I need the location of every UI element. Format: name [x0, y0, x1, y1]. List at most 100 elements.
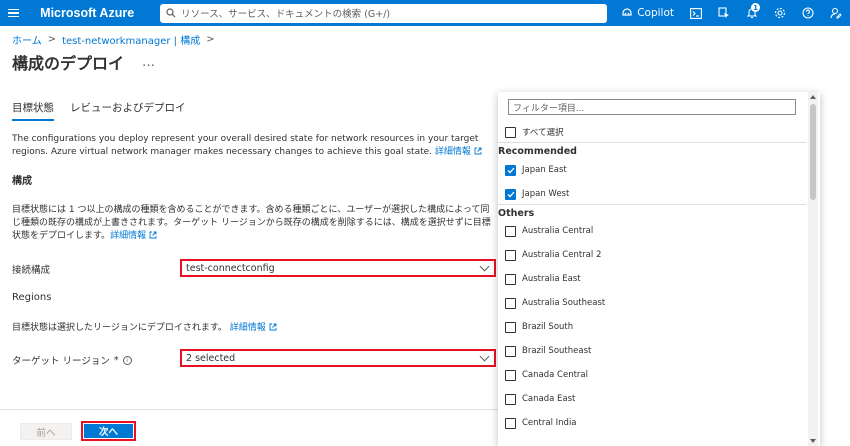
checkbox[interactable] — [505, 417, 516, 429]
menu-icon[interactable] — [0, 0, 26, 26]
directory-filter-icon[interactable] — [710, 0, 738, 26]
checkbox[interactable] — [505, 249, 516, 261]
target-region-select[interactable]: 2 selected — [180, 349, 496, 367]
region-option[interactable]: Central India — [505, 415, 577, 431]
regions-learn-more-link[interactable]: 詳細情報 — [230, 323, 266, 333]
intro-text: The configurations you deploy represent … — [12, 134, 479, 157]
connectivity-config-label-text: 接続構成 — [12, 265, 51, 276]
region-option[interactable]: Australia Central — [505, 223, 593, 239]
region-option[interactable]: Brazil South — [505, 319, 573, 335]
checkbox[interactable] — [505, 225, 516, 237]
checkbox[interactable] — [505, 126, 516, 138]
region-option-label: Japan East — [522, 165, 567, 175]
info-icon[interactable]: i — [122, 355, 132, 365]
search-placeholder: リソース、サービス、ドキュメントの検索 (G+/) — [181, 9, 391, 20]
required-mark: * — [113, 354, 119, 366]
region-option[interactable]: Australia Central 2 — [505, 247, 601, 263]
region-option[interactable]: Australia East — [505, 271, 581, 287]
footer-divider — [0, 409, 498, 410]
region-option-label: Australia Central — [522, 226, 594, 236]
filter-input[interactable]: フィルター項目... — [508, 99, 796, 115]
search-icon — [166, 8, 176, 18]
tab-bar: 目標状態 レビューおよびデプロイ — [12, 100, 186, 121]
search-input[interactable]: リソース、サービス、ドキュメントの検索 (G+/) — [160, 3, 608, 23]
region-option-label: Australia Southeast — [522, 298, 606, 308]
group-divider — [498, 142, 806, 143]
regions-text: 目標状態は選択したリージョンにデプロイされます。 — [12, 323, 227, 333]
connectivity-config-select[interactable]: test-connectconfig — [180, 259, 496, 277]
region-option-label: Australia Central 2 — [522, 250, 602, 260]
chevron-down-icon — [479, 261, 490, 271]
tab-target-state[interactable]: 目標状態 — [12, 100, 54, 121]
group-recommended-label: Recommended — [498, 146, 577, 157]
page-title: 構成のデプロイ … — [12, 50, 155, 74]
breadcrumb-home[interactable]: ホーム — [12, 32, 42, 47]
checkbox[interactable] — [505, 393, 516, 405]
page-title-text: 構成のデプロイ — [12, 54, 125, 73]
scroll-down-icon[interactable] — [810, 439, 816, 443]
tab-review-deploy[interactable]: レビューおよびデプロイ — [70, 100, 186, 121]
region-option-label: Australia East — [522, 274, 581, 284]
external-link-icon — [149, 231, 157, 239]
region-option-label: Canada Central — [522, 370, 588, 380]
intro-learn-more-link[interactable]: 詳細情報 — [435, 147, 471, 157]
top-bar: Microsoft Azure リソース、サービス、ドキュメントの検索 (G+/… — [0, 0, 850, 26]
target-region-label-text: ターゲット リージョン — [12, 356, 110, 367]
region-option[interactable]: Canada East — [505, 391, 575, 407]
more-options-icon[interactable]: … — [142, 55, 155, 70]
cloud-shell-icon[interactable] — [682, 0, 710, 26]
external-link-icon — [269, 323, 277, 331]
copilot-label: Copilot — [637, 7, 674, 19]
region-dropdown-panel: フィルター項目... すべて選択 Recommended Japan East J… — [498, 92, 820, 446]
checkbox[interactable] — [505, 164, 516, 176]
config-description: 目標状態には 1 つ以上の構成の種類を含めることができます。含める種類ごとに、ユ… — [12, 204, 498, 243]
region-option[interactable]: Canada Central — [505, 367, 588, 383]
help-icon[interactable] — [794, 0, 822, 26]
scroll-thumb[interactable] — [810, 104, 816, 200]
chevron-down-icon — [479, 351, 490, 361]
checkbox[interactable] — [505, 369, 516, 381]
breadcrumb-parent[interactable]: test-networkmanager | 構成 — [62, 32, 200, 47]
region-option-label: Brazil South — [522, 322, 574, 332]
config-learn-more-link[interactable]: 詳細情報 — [110, 231, 146, 241]
region-option[interactable]: Australia Southeast — [505, 295, 605, 311]
region-option-label: Brazil Southeast — [522, 346, 592, 356]
select-all-option[interactable]: すべて選択 — [505, 124, 564, 140]
region-option-label: Central India — [522, 418, 577, 428]
region-option[interactable]: Brazil Southeast — [505, 343, 591, 359]
region-option[interactable]: Japan West — [505, 186, 569, 202]
config-text: 目標状態には 1 つ以上の構成の種類を含めることができます。含める種類ごとに、ユ… — [12, 205, 491, 241]
filter-placeholder: フィルター項目... — [513, 103, 585, 114]
group-others-label: Others — [498, 208, 535, 219]
region-option-label: Japan West — [522, 189, 570, 199]
notification-badge: 1 — [751, 3, 760, 12]
region-option-label: Canada East — [522, 394, 576, 404]
checkbox[interactable] — [505, 188, 516, 200]
settings-gear-icon[interactable] — [766, 0, 794, 26]
checkbox[interactable] — [505, 273, 516, 285]
scroll-up-icon[interactable] — [810, 95, 816, 99]
feedback-icon[interactable] — [822, 0, 850, 26]
regions-section-title: Regions — [12, 292, 52, 303]
dropdown-scrollbar[interactable] — [808, 92, 818, 446]
next-button-label: 次へ — [84, 424, 133, 438]
checkbox[interactable] — [505, 321, 516, 333]
region-option[interactable]: Japan East — [505, 162, 567, 178]
previous-button[interactable]: 前へ — [20, 423, 72, 440]
checkbox[interactable] — [505, 345, 516, 357]
copilot-icon — [622, 8, 632, 16]
copilot-button[interactable]: Copilot — [621, 7, 674, 19]
next-button[interactable]: 次へ — [81, 421, 136, 441]
connectivity-config-label: 接続構成 — [12, 262, 50, 276]
regions-description: 目標状態は選択したリージョンにデプロイされます。 詳細情報 — [12, 322, 498, 335]
group-divider — [498, 204, 806, 205]
connectivity-config-value: test-connectconfig — [186, 262, 275, 274]
breadcrumb: ホーム > test-networkmanager | 構成 > — [12, 32, 215, 47]
checkbox[interactable] — [505, 297, 516, 309]
breadcrumb-separator: > — [47, 34, 57, 45]
select-all-label: すべて選択 — [522, 128, 564, 138]
notifications-icon[interactable]: 1 — [738, 0, 766, 26]
brand-logo[interactable]: Microsoft Azure — [40, 6, 134, 20]
target-region-label: ターゲット リージョン * i — [12, 353, 132, 367]
config-section-title: 構成 — [12, 176, 32, 187]
